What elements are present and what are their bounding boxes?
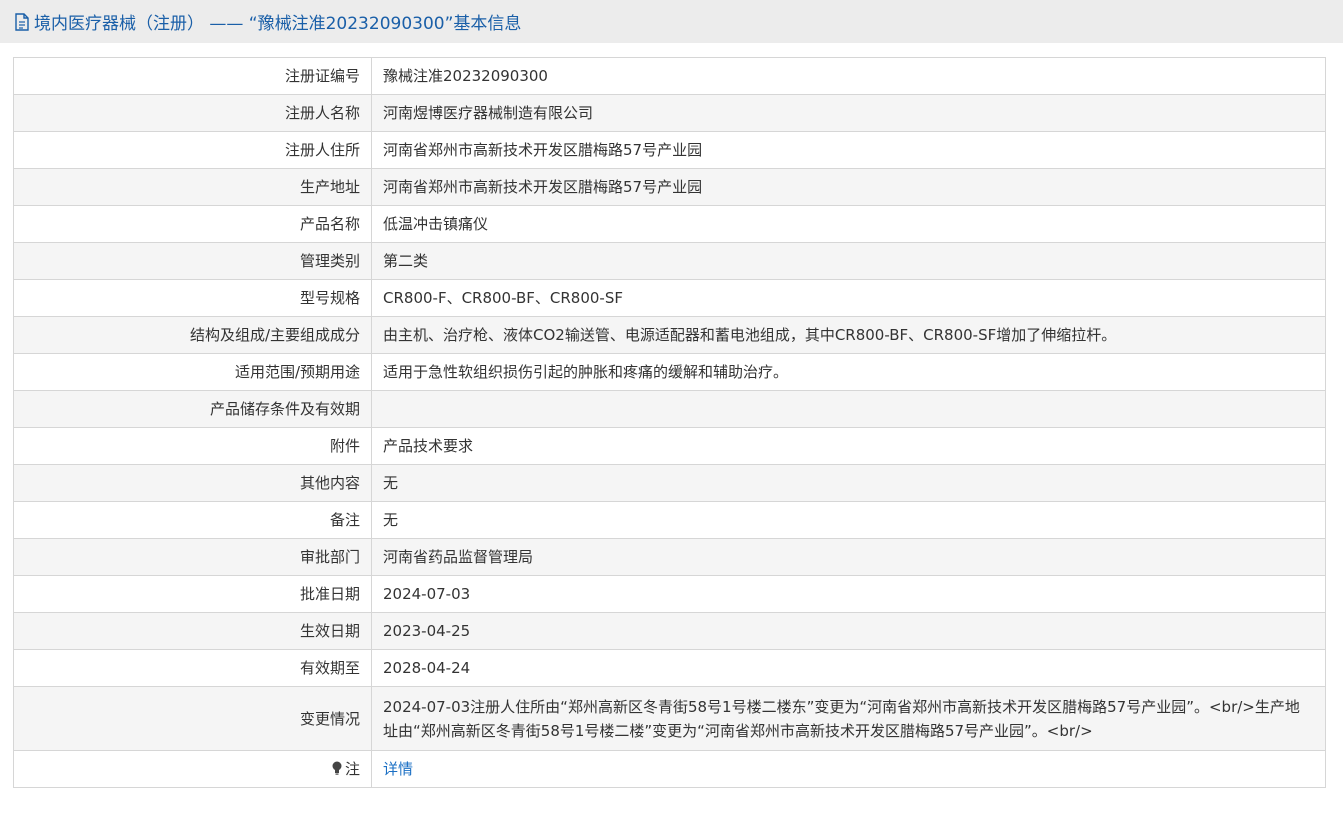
row-value: 2023-04-25 xyxy=(371,612,1326,650)
note-value-cell: 详情 xyxy=(371,750,1326,788)
table-row: 管理类别 第二类 xyxy=(13,242,1326,280)
table-row: 型号规格 CR800-F、CR800-BF、CR800-SF xyxy=(13,279,1326,317)
table-row: 其他内容无 xyxy=(13,464,1326,502)
document-icon xyxy=(14,12,30,31)
row-label: 型号规格 xyxy=(13,279,372,317)
table-row: 注册人住所 河南省郑州市高新技术开发区腊梅路57号产业园 xyxy=(13,131,1326,169)
page-title: 境内医疗器械（注册） —— “豫械注准20232090300”基本信息 xyxy=(34,14,522,34)
row-label: 其他内容 xyxy=(13,464,372,502)
row-label: 生效日期 xyxy=(13,612,372,650)
row-label: 管理类别 xyxy=(13,242,372,280)
table-row: 生产地址 河南省郑州市高新技术开发区腊梅路57号产业园 xyxy=(13,168,1326,206)
table-row: 注册证编号 豫械注准20232090300 xyxy=(13,57,1326,95)
row-value: 2028-04-24 xyxy=(371,649,1326,687)
row-value: 河南煜博医疗器械制造有限公司 xyxy=(371,94,1326,132)
row-value: CR800-F、CR800-BF、CR800-SF xyxy=(371,279,1326,317)
row-value: 无 xyxy=(371,501,1326,539)
row-label: 备注 xyxy=(13,501,372,539)
row-label: 有效期至 xyxy=(13,649,372,687)
row-label: 生产地址 xyxy=(13,168,372,206)
row-label: 注册人名称 xyxy=(13,94,372,132)
note-label: 注 xyxy=(344,760,360,778)
table-row: 适用范围/预期用途 适用于急性软组织损伤引起的肿胀和疼痛的缓解和辅助治疗。 xyxy=(13,353,1326,391)
row-value: 2024-07-03 xyxy=(371,575,1326,613)
table-row: 变更情况 2024-07-03注册人住所由“郑州高新区冬青街58号1号楼二楼东”变… xyxy=(13,686,1326,751)
row-label: 产品储存条件及有效期 xyxy=(13,390,372,428)
row-label: 适用范围/预期用途 xyxy=(13,353,372,391)
note-label-cell: 注 xyxy=(13,750,372,788)
table-row: 审批部门 河南省药品监督管理局 xyxy=(13,538,1326,576)
row-value: 低温冲击镇痛仪 xyxy=(371,205,1326,243)
page-header: 境内医疗器械（注册） —— “豫械注准20232090300”基本信息 xyxy=(0,0,1343,43)
row-label: 注册证编号 xyxy=(13,57,372,95)
table-row: 附件 产品技术要求 xyxy=(13,427,1326,465)
table-row: 结构及组成/主要组成成分 由主机、治疗枪、液体CO2输送管、电源适配器和蓄电池组成… xyxy=(13,316,1326,354)
row-value: 第二类 xyxy=(371,242,1326,280)
row-label: 注册人住所 xyxy=(13,131,372,169)
row-value: 由主机、治疗枪、液体CO2输送管、电源适配器和蓄电池组成，其中CR800-BF、… xyxy=(371,316,1326,354)
row-value: 河南省药品监督管理局 xyxy=(371,538,1326,576)
row-label: 产品名称 xyxy=(13,205,372,243)
row-value: 豫械注准20232090300 xyxy=(371,57,1326,95)
table-row: 产品名称 低温冲击镇痛仪 xyxy=(13,205,1326,243)
row-value: 河南省郑州市高新技术开发区腊梅路57号产业园 xyxy=(371,168,1326,206)
row-label: 结构及组成/主要组成成分 xyxy=(13,316,372,354)
row-value: 无 xyxy=(371,464,1326,502)
row-value xyxy=(371,390,1326,428)
table-row: 批准日期 2024-07-03 xyxy=(13,575,1326,613)
row-label: 变更情况 xyxy=(13,686,372,751)
lightbulb-icon xyxy=(331,758,343,775)
row-label: 附件 xyxy=(13,427,372,465)
row-label: 审批部门 xyxy=(13,538,372,576)
details-link[interactable]: 详情 xyxy=(383,760,413,778)
note-row: 注 详情 xyxy=(13,750,1326,788)
row-value: 产品技术要求 xyxy=(371,427,1326,465)
table-row: 生效日期 2023-04-25 xyxy=(13,612,1326,650)
row-value: 河南省郑州市高新技术开发区腊梅路57号产业园 xyxy=(371,131,1326,169)
row-value: 2024-07-03注册人住所由“郑州高新区冬青街58号1号楼二楼东”变更为“河… xyxy=(371,686,1326,751)
table-row: 备注无 xyxy=(13,501,1326,539)
info-table: 注册证编号 豫械注准20232090300 注册人名称 河南煜博医疗器械制造有限公司… xyxy=(13,57,1326,788)
row-value: 适用于急性软组织损伤引起的肿胀和疼痛的缓解和辅助治疗。 xyxy=(371,353,1326,391)
table-row: 注册人名称 河南煜博医疗器械制造有限公司 xyxy=(13,94,1326,132)
table-row: 有效期至 2028-04-24 xyxy=(13,649,1326,687)
table-row: 产品储存条件及有效期 xyxy=(13,390,1326,428)
row-label: 批准日期 xyxy=(13,575,372,613)
